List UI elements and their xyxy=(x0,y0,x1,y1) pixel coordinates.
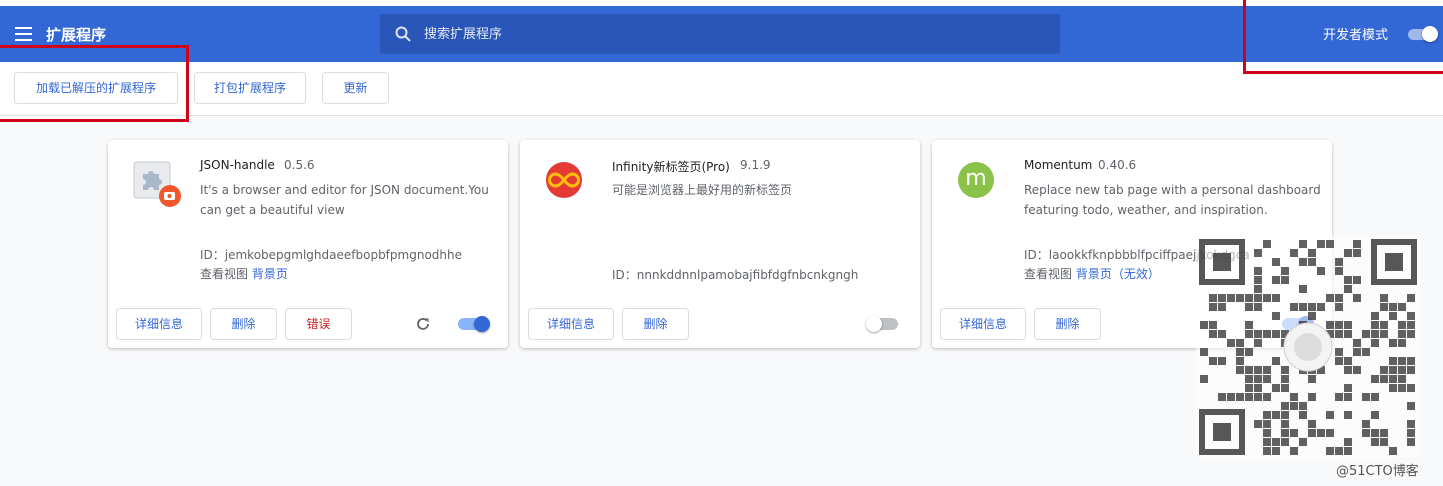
extension-name: JSON-handle xyxy=(200,158,275,172)
extension-description: 可能是浏览器上最好用的新标签页 xyxy=(612,183,793,197)
remove-button[interactable]: 删除 xyxy=(210,308,277,340)
developer-toolbar: 加载已解压的扩展程序 打包扩展程序 更新 xyxy=(0,62,1443,116)
extension-card-infinity: Infinity新标签页(Pro) 9.1.9 可能是浏览器上最好用的新标签页 … xyxy=(520,140,920,348)
views-label: 查看视图 xyxy=(1024,267,1073,281)
details-button[interactable]: 详细信息 xyxy=(116,308,202,340)
remove-button[interactable]: 删除 xyxy=(1034,308,1101,340)
extension-views: 查看视图 背景页（无效） xyxy=(1024,265,1160,282)
reload-icon[interactable] xyxy=(415,316,431,332)
hamburger-menu-icon[interactable] xyxy=(14,26,34,42)
extension-enable-toggle[interactable] xyxy=(866,316,900,332)
top-header-bar: 扩展程序 开发者模式 xyxy=(0,0,1443,62)
inactive-label: （无效） xyxy=(1111,267,1160,281)
extension-enable-toggle[interactable] xyxy=(456,316,490,332)
pack-extension-button[interactable]: 打包扩展程序 xyxy=(194,72,306,104)
page-title: 扩展程序 xyxy=(46,26,107,44)
extension-version: 0.5.6 xyxy=(284,158,315,172)
extension-description: Replace new tab page with a personal das… xyxy=(1024,183,1321,217)
update-button[interactable]: 更新 xyxy=(322,72,389,104)
extension-name: Momentum xyxy=(1024,158,1093,172)
search-box[interactable] xyxy=(380,14,1060,54)
extension-version: 0.40.6 xyxy=(1098,158,1137,172)
extension-name: Infinity新标签页(Pro) xyxy=(612,160,730,174)
qr-code-image xyxy=(1196,236,1420,458)
details-button[interactable]: 详细信息 xyxy=(528,308,614,340)
window-top-strip xyxy=(0,0,1443,6)
background-page-link[interactable]: 背景页 xyxy=(1076,267,1112,281)
highlight-box-load-unpacked xyxy=(0,45,189,122)
momentum-logo-icon: m xyxy=(958,162,994,198)
highlight-box-developer-mode xyxy=(1243,0,1443,74)
details-button[interactable]: 详细信息 xyxy=(940,308,1026,340)
extension-description: It's a browser and editor for JSON docum… xyxy=(200,183,489,217)
search-input[interactable] xyxy=(424,14,1044,54)
puzzle-piece-icon xyxy=(133,161,181,207)
watermark-text: @51CTO博客 xyxy=(1336,464,1419,479)
remove-button[interactable]: 删除 xyxy=(622,308,689,340)
views-label: 查看视图 xyxy=(200,267,249,281)
extension-version: 9.1.9 xyxy=(740,158,771,172)
extension-views: 查看视图 背景页 xyxy=(200,265,288,282)
errors-button[interactable]: 错误 xyxy=(285,308,352,340)
extension-id: ID：nnnkddnnlpamobajfibfdgfnbcnkgngh xyxy=(612,268,859,282)
extension-card-json-handle: JSON-handle 0.5.6 It's a browser and edi… xyxy=(108,140,508,348)
infinity-logo-icon xyxy=(546,162,582,198)
search-icon xyxy=(395,26,411,42)
extension-id: ID：jemkobepgmlghdaeefbopbfpmgnodhhe xyxy=(200,248,462,262)
background-page-link[interactable]: 背景页 xyxy=(252,267,288,281)
